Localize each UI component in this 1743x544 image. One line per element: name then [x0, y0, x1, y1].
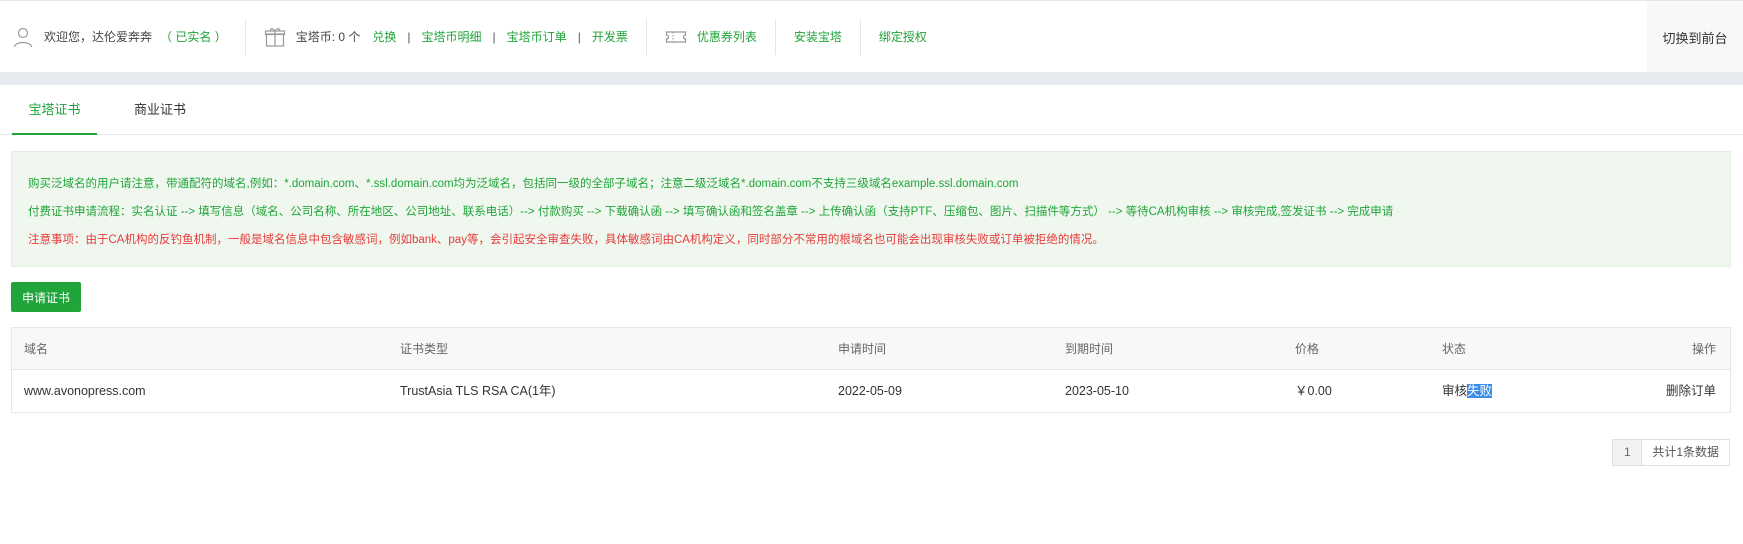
status-text: 审核: [1442, 384, 1468, 398]
separator: |: [407, 29, 411, 44]
coupon-section: 优惠券列表: [647, 18, 776, 55]
coin-orders-link[interactable]: 宝塔币订单: [507, 28, 567, 45]
col-price: 价格: [1295, 342, 1320, 356]
table-header: 域名 证书类型 申请时间 到期时间 价格 状态 操作: [12, 328, 1730, 370]
col-action: 操作: [1691, 342, 1716, 356]
row-expire-time: 2023-05-10: [1065, 384, 1129, 398]
row-cert-type: TrustAsia TLS RSA CA(1年): [400, 384, 556, 398]
welcome-text: 欢迎您，: [44, 30, 93, 44]
apply-cert-button[interactable]: 申请证书: [11, 282, 81, 312]
install-section: 安装宝塔: [776, 18, 861, 55]
coin-balance: 宝塔币: 0 个: [295, 30, 361, 44]
notice-warning: 注意事项：由于CA机构的反钓鱼机制，一般是域名信息中包含敏感词，例如bank、p…: [28, 234, 1104, 246]
realname-badge[interactable]: （ 已实名 ）: [160, 28, 227, 45]
notice-process: 付费证书申请流程：实名认证 --> 填写信息（域名、公司名称、所在地区、公司地址…: [28, 206, 1394, 218]
tab-bt-cert[interactable]: 宝塔证书: [12, 85, 97, 135]
bind-auth-link[interactable]: 绑定授权: [879, 28, 927, 45]
notice-box: 购买泛域名的用户请注意，带通配符的域名,例如：*.domain.com、*.ss…: [11, 151, 1731, 267]
cert-tabs: 宝塔证书 商业证书: [0, 85, 1743, 135]
top-bar: 欢迎您， 达伦爱奔奔 （ 已实名 ） 宝塔币: 0 个 兑换 | 宝塔币明细 |…: [0, 0, 1743, 73]
install-bt-link[interactable]: 安装宝塔: [794, 28, 842, 45]
status-selected-text: 失败: [1467, 384, 1493, 398]
separator: |: [492, 29, 496, 44]
coupon-list-link[interactable]: 优惠券列表: [697, 28, 757, 45]
row-domain: www.avonopress.com: [24, 384, 146, 398]
delete-order-link[interactable]: 删除订单: [1666, 370, 1716, 412]
switch-front-button[interactable]: 切换到前台: [1647, 1, 1743, 73]
pagination: 1 共计1条数据: [1612, 439, 1730, 466]
table-row: www.avonopress.com TrustAsia TLS RSA CA(…: [12, 370, 1730, 412]
bind-section: 绑定授权: [861, 19, 945, 55]
cert-table: 域名 证书类型 申请时间 到期时间 价格 状态 操作 www.avonopres…: [11, 327, 1731, 413]
total-count: 共计1条数据: [1642, 440, 1729, 465]
coin-detail-link[interactable]: 宝塔币明细: [422, 28, 482, 45]
ticket-icon: [665, 30, 686, 43]
row-apply-time: 2022-05-09: [838, 384, 902, 398]
col-status: 状态: [1442, 342, 1467, 356]
invoice-link[interactable]: 开发票: [592, 28, 628, 45]
page-number[interactable]: 1: [1613, 440, 1643, 465]
divider-strip: [0, 72, 1743, 85]
tab-commercial-cert[interactable]: 商业证书: [118, 85, 202, 135]
separator: |: [577, 29, 581, 44]
row-status: 审核失败: [1442, 370, 1493, 412]
coin-section: 宝塔币: 0 个 兑换 | 宝塔币明细 | 宝塔币订单 | 开发票: [246, 18, 647, 55]
gift-icon: [264, 27, 285, 47]
notice-wildcard: 购买泛域名的用户请注意，带通配符的域名,例如：*.domain.com、*.ss…: [28, 178, 1019, 190]
user-icon: [13, 27, 33, 47]
col-domain: 域名: [24, 342, 49, 356]
exchange-link[interactable]: 兑换: [372, 28, 396, 45]
col-apply-time: 申请时间: [838, 342, 887, 356]
row-price: ￥0.00: [1295, 384, 1332, 398]
col-type: 证书类型: [400, 342, 449, 356]
username: 达伦爱奔奔: [92, 30, 153, 44]
col-expire-time: 到期时间: [1065, 342, 1114, 356]
user-section: 欢迎您， 达伦爱奔奔 （ 已实名 ）: [0, 18, 246, 55]
